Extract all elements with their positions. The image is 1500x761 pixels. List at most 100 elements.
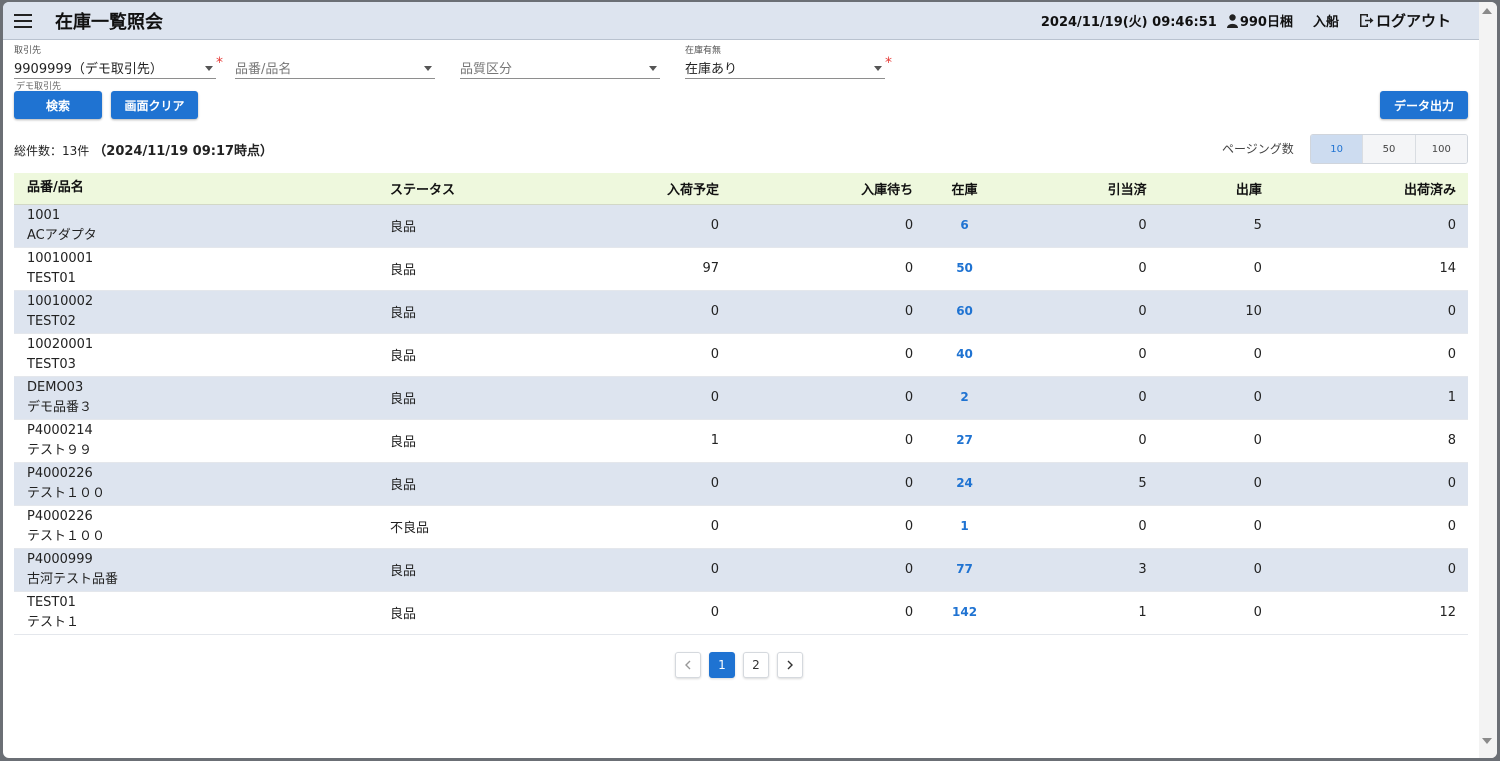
paging-option-10[interactable]: 10 bbox=[1311, 135, 1363, 163]
cell-shukka: 8 bbox=[1273, 419, 1468, 463]
cell-nyuko: 0 bbox=[731, 462, 926, 506]
zaiko-umu-select[interactable]: 在庫有無 在庫あり bbox=[685, 45, 885, 79]
table-row: 10010001 TEST01 良品 97 0 50 0 0 14 bbox=[14, 247, 1468, 291]
menu-button[interactable] bbox=[3, 2, 43, 40]
cell-zaiko: 2 bbox=[925, 376, 1004, 420]
cell-zaiko: 40 bbox=[925, 333, 1004, 377]
cell-shukka: 0 bbox=[1273, 290, 1468, 334]
cell-nyuko: 0 bbox=[731, 505, 926, 549]
clear-button[interactable]: 画面クリア bbox=[111, 91, 198, 119]
logout-label: ログアウト bbox=[1375, 12, 1451, 30]
item-code: 10010002 bbox=[27, 293, 94, 309]
cell-nyuka: 0 bbox=[537, 290, 732, 334]
zaiko-link[interactable]: 40 bbox=[956, 347, 973, 361]
col-header-hikiate[interactable]: 引当済 bbox=[1003, 173, 1159, 205]
export-button[interactable]: データ出力 bbox=[1380, 91, 1468, 119]
cell-status: 良品 bbox=[377, 204, 537, 248]
cell-hinban: DEMO03 デモ品番３ bbox=[14, 376, 377, 420]
item-code: DEMO03 bbox=[27, 379, 84, 395]
table-row: 10020001 TEST03 良品 0 0 40 0 0 0 bbox=[14, 333, 1468, 377]
cell-hikiate: 1 bbox=[1003, 591, 1159, 635]
zaiko-link[interactable]: 1 bbox=[960, 519, 968, 533]
cell-zaiko: 142 bbox=[925, 591, 1004, 635]
cell-zaiko: 27 bbox=[925, 419, 1004, 463]
search-button[interactable]: 検索 bbox=[14, 91, 102, 119]
cell-hinban: 10020001 TEST03 bbox=[14, 333, 377, 377]
cell-nyuka: 0 bbox=[537, 333, 732, 377]
col-header-nyuka[interactable]: 入荷予定 bbox=[537, 173, 732, 205]
cell-shukko: 0 bbox=[1158, 505, 1274, 549]
cell-shukko: 0 bbox=[1158, 462, 1274, 506]
total-count-text: 総件数：13件 bbox=[14, 144, 90, 158]
cell-zaiko: 24 bbox=[925, 462, 1004, 506]
dropdown-caret-icon bbox=[649, 66, 657, 71]
app-bar: 在庫一覧照会 2024/11/19(火) 09:46:51 990日梱 入船 ロ… bbox=[3, 2, 1479, 40]
cell-status: 良品 bbox=[377, 548, 537, 592]
cell-shukka: 0 bbox=[1273, 548, 1468, 592]
item-name: テスト１００ bbox=[27, 485, 106, 501]
col-header-nyuko[interactable]: 入庫待ち bbox=[731, 173, 926, 205]
page-button-2[interactable]: 2 bbox=[743, 652, 769, 678]
item-code: 10010001 bbox=[27, 250, 94, 266]
logout-button[interactable]: ログアウト bbox=[1359, 10, 1451, 31]
inventory-table: 品番/品名 ステータス 入荷予定 入庫待ち 在庫 引当済 出庫 出荷済み 100… bbox=[14, 173, 1468, 635]
cell-hinban: P4000226 テスト１００ bbox=[14, 462, 377, 506]
col-header-shukka[interactable]: 出荷済み bbox=[1273, 173, 1468, 205]
table-row: P4000214 テスト９９ 良品 1 0 27 0 0 8 bbox=[14, 419, 1468, 463]
scroll-up-arrow-icon[interactable] bbox=[1482, 8, 1492, 14]
zaiko-link[interactable]: 24 bbox=[956, 476, 973, 490]
cell-zaiko: 6 bbox=[925, 204, 1004, 248]
cell-nyuka: 0 bbox=[537, 548, 732, 592]
col-header-shukko[interactable]: 出庫 bbox=[1158, 173, 1274, 205]
zaiko-link[interactable]: 60 bbox=[956, 304, 973, 318]
cell-shukko: 5 bbox=[1158, 204, 1274, 248]
cell-hinban: P4000214 テスト９９ bbox=[14, 419, 377, 463]
torihikisaki-select[interactable]: 取引先 9909999（デモ取引先） bbox=[14, 45, 216, 79]
cell-nyuko: 0 bbox=[731, 548, 926, 592]
person-icon bbox=[1226, 13, 1238, 28]
cell-status: 不良品 bbox=[377, 505, 537, 549]
cell-nyuko: 0 bbox=[731, 290, 926, 334]
page-title: 在庫一覧照会 bbox=[55, 11, 163, 33]
cell-shukka: 14 bbox=[1273, 247, 1468, 291]
logout-icon bbox=[1359, 14, 1374, 27]
table-row: TEST01 テスト１ 良品 0 0 142 1 0 12 bbox=[14, 591, 1468, 635]
cell-status: 良品 bbox=[377, 247, 537, 291]
cell-hinban: 10010001 TEST01 bbox=[14, 247, 377, 291]
zaiko-link[interactable]: 50 bbox=[956, 261, 973, 275]
hinshitsu-placeholder: 品質区分 bbox=[460, 62, 513, 77]
cell-shukka: 0 bbox=[1273, 333, 1468, 377]
paging-option-50[interactable]: 50 bbox=[1362, 135, 1415, 163]
hinshitsu-select[interactable]: 品質区分 bbox=[460, 45, 660, 79]
hinban-select[interactable]: 品番/品名 bbox=[235, 45, 435, 79]
prev-page-button[interactable] bbox=[675, 652, 701, 678]
paging-size-toggle: 10 50 100 bbox=[1310, 134, 1468, 164]
cell-status: 良品 bbox=[377, 290, 537, 334]
cell-shukko: 0 bbox=[1158, 548, 1274, 592]
zaiko-link[interactable]: 6 bbox=[960, 218, 968, 232]
item-name: デモ品番３ bbox=[27, 399, 93, 415]
table-header-row: 品番/品名 ステータス 入荷予定 入庫待ち 在庫 引当済 出庫 出荷済み bbox=[14, 173, 1468, 205]
cell-status: 良品 bbox=[377, 419, 537, 463]
nyusen-link[interactable]: 入船 bbox=[1313, 11, 1339, 30]
table-body: 1001 ACアダプタ 良品 0 0 6 0 5 0 10010001 TEST01 良品 97 0 50 0… bbox=[14, 204, 1468, 635]
col-header-status[interactable]: ステータス bbox=[377, 173, 537, 205]
scroll-down-arrow-icon[interactable] bbox=[1482, 738, 1492, 744]
zaiko-link[interactable]: 27 bbox=[956, 433, 973, 447]
col-header-zaiko[interactable]: 在庫 bbox=[925, 173, 1004, 205]
page-button-1[interactable]: 1 bbox=[709, 652, 735, 678]
cell-zaiko: 60 bbox=[925, 290, 1004, 334]
zaiko-link[interactable]: 77 bbox=[956, 562, 973, 576]
zaiko-link[interactable]: 2 bbox=[960, 390, 968, 404]
required-mark: * bbox=[216, 55, 223, 71]
cell-nyuko: 0 bbox=[731, 204, 926, 248]
zaiko-link[interactable]: 142 bbox=[952, 605, 977, 619]
paging-option-100[interactable]: 100 bbox=[1414, 135, 1467, 163]
cell-nyuko: 0 bbox=[731, 419, 926, 463]
chevron-right-icon bbox=[787, 660, 793, 670]
vertical-scrollbar[interactable] bbox=[1479, 2, 1497, 758]
required-mark: * bbox=[885, 55, 892, 71]
col-header-hinban[interactable]: 品番/品名 bbox=[14, 173, 377, 205]
cell-shukko: 0 bbox=[1158, 591, 1274, 635]
next-page-button[interactable] bbox=[777, 652, 803, 678]
